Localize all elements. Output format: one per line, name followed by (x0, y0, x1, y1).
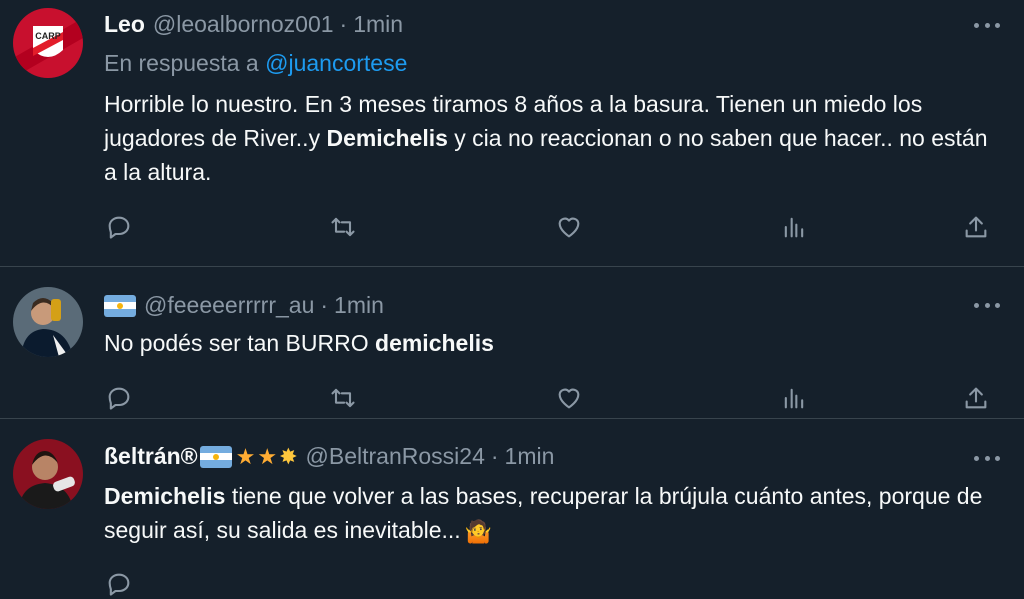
player-avatar (13, 439, 83, 509)
reply-icon[interactable] (104, 569, 134, 599)
text-segment: No podés ser tan BURRO (104, 330, 376, 356)
avatar[interactable] (13, 287, 83, 357)
user-handle[interactable]: @leoalbornoz001 (153, 11, 334, 38)
avatar[interactable] (13, 439, 83, 509)
timestamp[interactable]: 1min (353, 11, 403, 38)
highlighted-keyword: Demichelis (104, 483, 226, 509)
timestamp[interactable]: 1min (334, 292, 384, 319)
more-options-icon[interactable] (974, 454, 1000, 462)
tweet[interactable]: ßeltrán® ★ ★ ✸ @BeltranRossi24 · 1min De… (0, 419, 1024, 596)
separator-dot: · (490, 443, 499, 469)
timestamp[interactable]: 1min (505, 443, 555, 470)
reply-context: En respuesta a @juancortese (104, 50, 407, 77)
more-options-icon[interactable] (974, 21, 1000, 29)
star-icon: ★ (235, 443, 256, 469)
tweet-text: Horrible lo nuestro. En 3 meses tiramos … (104, 87, 1004, 189)
user-handle[interactable]: @BeltranRossi24 (306, 443, 485, 470)
reply-icon[interactable] (104, 212, 134, 242)
tweet-actions (104, 383, 994, 413)
retweet-icon[interactable] (328, 212, 358, 242)
svg-text:CARP: CARP (35, 31, 61, 41)
river-plate-crest-avatar: CARP (13, 8, 83, 78)
reply-prefix: En respuesta a (104, 50, 259, 76)
glowing-star-icon: ✸ (279, 443, 298, 469)
highlighted-keyword: demichelis (375, 330, 494, 356)
more-options-icon[interactable] (974, 301, 1000, 309)
separator-dot: · (339, 11, 348, 37)
reply-icon[interactable] (104, 383, 134, 413)
star-icon: ★ (257, 443, 278, 469)
tweet-text: Demichelis tiene que volver a las bases,… (104, 479, 1004, 547)
display-name[interactable]: Leo (104, 11, 145, 38)
tweet-text: No podés ser tan BURRO demichelis (104, 326, 1004, 360)
avatar[interactable]: CARP (13, 8, 83, 78)
user-handle[interactable]: @feeeeerrrrr_au (144, 292, 314, 319)
tweet[interactable]: CARP Leo @leoalbornoz001 · 1min En respu… (0, 0, 1024, 267)
like-icon[interactable] (554, 212, 584, 242)
separator-dot: · (320, 292, 329, 318)
retweet-icon[interactable] (328, 383, 358, 413)
messi-trophy-avatar (13, 287, 83, 357)
reply-mention-link[interactable]: @juancortese (265, 50, 407, 76)
share-icon[interactable] (961, 212, 991, 242)
shrug-emoji-icon: 🤷 (464, 518, 493, 544)
tweet-actions (104, 569, 994, 599)
views-icon[interactable] (779, 383, 809, 413)
like-icon[interactable] (554, 383, 584, 413)
tweet[interactable]: @feeeeerrrrr_au · 1min No podés ser tan … (0, 267, 1024, 419)
views-icon[interactable] (779, 212, 809, 242)
argentina-flag-icon (199, 445, 232, 468)
share-icon[interactable] (961, 383, 991, 413)
text-segment: tiene que volver a las bases, recuperar … (104, 483, 983, 543)
argentina-flag-icon (104, 294, 136, 317)
tweet-actions (104, 212, 994, 242)
display-name[interactable]: ßeltrán® (104, 443, 198, 470)
highlighted-keyword: Demichelis (326, 125, 448, 151)
